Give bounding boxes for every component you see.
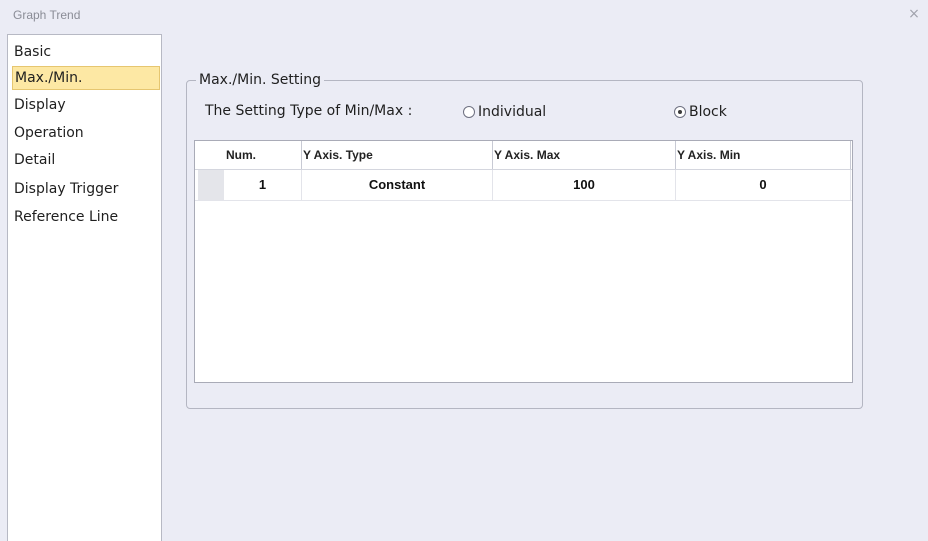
table-header: Num. Y Axis. Type Y Axis. Max Y Axis. Mi… <box>195 141 852 170</box>
row-header-corner <box>195 141 226 169</box>
title-bar: Graph Trend × <box>0 0 928 33</box>
close-icon[interactable]: × <box>906 6 922 22</box>
column-header-num[interactable]: Num. <box>226 141 302 169</box>
block-radio[interactable]: Block <box>674 103 727 121</box>
cell-y-axis-max[interactable]: 100 <box>493 170 676 200</box>
nav-item-basic[interactable]: Basic <box>12 41 51 65</box>
block-radio-label: Block <box>689 104 727 120</box>
axis-range-table: Num. Y Axis. Type Y Axis. Max Y Axis. Mi… <box>194 140 853 383</box>
radio-unchecked-icon[interactable] <box>463 106 475 118</box>
nav-item-reference-line[interactable]: Reference Line <box>12 206 118 230</box>
category-list: Basic Max./Min. Display Operation Detail… <box>7 34 162 541</box>
radio-checked-icon[interactable] <box>674 106 686 118</box>
table-row[interactable]: 1 Constant 100 0 <box>195 170 852 201</box>
window-title: Graph Trend <box>13 8 81 22</box>
cell-y-axis-type[interactable]: Constant <box>302 170 493 200</box>
setting-type-label: The Setting Type of Min/Max : <box>205 103 413 119</box>
column-header-y-axis-type[interactable]: Y Axis. Type <box>302 141 493 169</box>
group-title: Max./Min. Setting <box>196 71 324 89</box>
column-header-y-axis-max[interactable]: Y Axis. Max <box>493 141 676 169</box>
column-header-y-axis-min[interactable]: Y Axis. Min <box>676 141 851 169</box>
individual-radio[interactable]: Individual <box>463 103 546 121</box>
nav-item-display-trigger[interactable]: Display Trigger <box>12 178 118 202</box>
individual-radio-label: Individual <box>478 104 547 120</box>
settings-panel: Max./Min. Setting The Setting Type of Mi… <box>163 34 928 541</box>
nav-item-display[interactable]: Display <box>12 94 66 118</box>
cell-y-axis-min[interactable]: 0 <box>676 170 851 200</box>
nav-item-operation[interactable]: Operation <box>12 122 84 146</box>
nav-item-detail[interactable]: Detail <box>12 149 55 173</box>
cell-num[interactable]: 1 <box>224 170 302 200</box>
nav-item-max-min[interactable]: Max./Min. <box>12 66 160 90</box>
